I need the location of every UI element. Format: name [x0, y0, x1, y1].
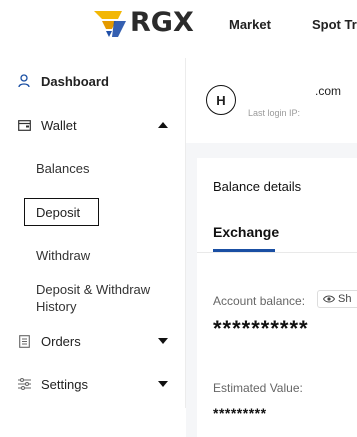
sidebar-subitem-label: Deposit [36, 205, 81, 220]
sidebar-subitem-withdraw[interactable]: Withdraw [36, 248, 90, 263]
last-login-label: Last login IP: [248, 108, 301, 118]
sidebar-item-label: Dashboard [41, 73, 109, 89]
sidebar-subitem-history[interactable]: Deposit & Withdraw History [36, 281, 176, 315]
show-balance-label: Sh [338, 293, 352, 305]
estimated-value-label: Estimated Value: [213, 381, 303, 395]
sidebar-subitem-deposit[interactable]: Deposit [24, 198, 99, 226]
account-balance-value: ********** [213, 316, 309, 341]
wallet-icon [17, 118, 31, 132]
nav-market[interactable]: Market [229, 17, 271, 32]
user-icon [17, 74, 31, 88]
balance-details-title: Balance details [213, 179, 302, 194]
nav-spot-trading[interactable]: Spot Tr [312, 17, 357, 32]
top-header: RGX Market Spot Tr [0, 0, 357, 48]
estimated-value: ********* [213, 405, 267, 421]
sidebar-item-dashboard[interactable]: Dashboard [0, 65, 185, 97]
show-balance-button[interactable]: Sh [317, 290, 357, 308]
sidebar-item-settings[interactable]: Settings [0, 368, 185, 400]
user-email: .com [315, 84, 342, 98]
sidebar-item-orders[interactable]: Orders [0, 325, 185, 357]
chevron-down-icon[interactable] [158, 381, 168, 387]
logo-text: RGX [130, 7, 194, 38]
chevron-down-icon[interactable] [158, 338, 168, 344]
logo-mark-icon [94, 11, 126, 37]
chevron-up-icon[interactable] [158, 122, 168, 128]
document-icon [17, 334, 31, 348]
avatar[interactable]: H [206, 85, 236, 115]
sidebar-subitem-balances[interactable]: Balances [36, 161, 89, 176]
eye-icon [323, 295, 335, 303]
tab-divider [197, 252, 357, 253]
account-balance-label: Account balance: [213, 294, 306, 308]
rgx-logo[interactable]: RGX [92, 7, 194, 39]
sliders-icon [17, 377, 31, 391]
sidebar-item-label: Wallet [41, 117, 77, 133]
sidebar-item-label: Settings [41, 376, 88, 392]
sidebar-item-wallet[interactable]: Wallet [0, 109, 185, 141]
sidebar-item-label: Orders [41, 333, 81, 349]
tab-exchange[interactable]: Exchange [213, 224, 279, 240]
